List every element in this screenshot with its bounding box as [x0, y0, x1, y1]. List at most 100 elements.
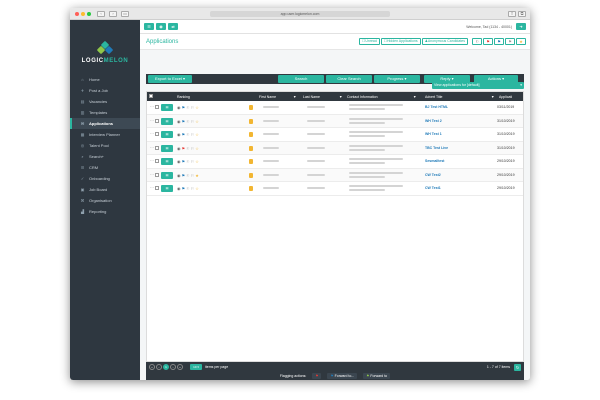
status-icon[interactable]: ◉: [177, 173, 181, 178]
col-contact[interactable]: Contact Information: [347, 95, 378, 99]
sidebar-item-interview-planner[interactable]: ▦ Interview Planner: [70, 129, 140, 140]
logout-icon[interactable]: ➜: [516, 23, 526, 30]
flag-icon[interactable]: ⚐: [186, 105, 190, 110]
page-1-button[interactable]: 1: [163, 364, 169, 370]
table-row[interactable]: ⋯ ▤ ◉ ⚑ ⚐ ⚐ ☆ WH Test 1 31/10/2019: [147, 128, 523, 142]
last-page-button[interactable]: »: [177, 364, 183, 370]
document-icon[interactable]: [249, 159, 253, 164]
advert-title-link[interactable]: WH Test 1: [425, 132, 442, 136]
advert-title-link[interactable]: WH Test 2: [425, 119, 442, 123]
cv-preview-button[interactable]: ▤: [161, 104, 173, 111]
star-icon[interactable]: ☆: [195, 119, 199, 124]
table-row[interactable]: ⋯ ▤ ◉ ⚑ ⚐ ⚐ ☆ WH Test 2 31/10/2019: [147, 114, 523, 128]
search-button[interactable]: Search: [278, 75, 324, 83]
flag-all-icon[interactable]: ⚐: [472, 38, 482, 45]
sidebar-item-home[interactable]: ⌂ Home: [70, 74, 140, 85]
row-checkbox[interactable]: [155, 172, 159, 177]
row-checkbox[interactable]: [155, 105, 159, 109]
row-menu-icon[interactable]: ⋯: [150, 118, 154, 123]
flag-icon[interactable]: ⚐: [186, 132, 190, 137]
star-icon[interactable]: ☆: [195, 186, 199, 191]
sidebar-item-onboarding[interactable]: ✓ Onboarding: [70, 173, 140, 184]
flag-icon[interactable]: ⚐: [191, 146, 195, 151]
document-icon[interactable]: [249, 118, 253, 124]
advert-title-link[interactable]: Sesmailtest: [425, 159, 444, 163]
sidebar-item-post-a-job[interactable]: ✈ Post a Job: [70, 85, 140, 96]
table-row[interactable]: ⋯ ▤ ◉ ⚑ ⚐ ⚐ ☆ Sesmailtest 29/10/2019: [147, 155, 523, 169]
flag-icon[interactable]: ⚐: [186, 146, 190, 151]
row-menu-icon[interactable]: ⋯: [150, 185, 154, 190]
document-icon[interactable]: [249, 132, 253, 137]
address-bar[interactable]: app.user.logicmelon.com: [210, 11, 390, 17]
cv-preview-button[interactable]: ▤: [161, 131, 173, 138]
table-row[interactable]: ⋯ ▤ ◉ ⚑ ⚐ ⚐ ☆ TBC Test Live 31/10/2019: [147, 141, 523, 155]
next-page-button[interactable]: ›: [170, 364, 176, 370]
advert-title-link[interactable]: TBC Test Live: [425, 146, 448, 150]
clear-search-button[interactable]: Clear Search: [326, 75, 372, 83]
cv-preview-button[interactable]: ▤: [161, 117, 173, 125]
prev-page-button[interactable]: ‹: [156, 364, 162, 370]
document-icon[interactable]: [249, 186, 253, 191]
sidebar-item-vacancies[interactable]: ▤ Vacancies: [70, 96, 140, 107]
row-menu-icon[interactable]: ⋯: [150, 131, 154, 136]
document-icon[interactable]: [249, 145, 253, 151]
flag-icon[interactable]: ⚑: [182, 119, 186, 124]
flag-icon[interactable]: ⚐: [186, 159, 190, 164]
flag-icon[interactable]: ⚐: [191, 159, 195, 164]
filter-unread-button[interactable]: ☐Unread: [359, 38, 380, 45]
flag-grey-icon[interactable]: ⚑: [505, 38, 515, 45]
forward-green-button[interactable]: ⚑ Forward to: [363, 373, 391, 379]
star-filter-icon[interactable]: ★: [516, 38, 526, 45]
tabs-icon[interactable]: ⧉: [518, 11, 526, 17]
row-menu-icon[interactable]: ⋯: [150, 145, 154, 150]
flag-icon[interactable]: ⚐: [186, 119, 190, 124]
forward-icon[interactable]: ›: [109, 10, 117, 17]
select-all-checkbox[interactable]: [149, 94, 153, 98]
cv-preview-button[interactable]: ▤: [161, 185, 173, 192]
filter-icon[interactable]: ▼: [491, 95, 494, 99]
first-page-button[interactable]: «: [149, 364, 155, 370]
col-ranking[interactable]: Ranking: [177, 95, 190, 99]
status-icon[interactable]: ◉: [177, 146, 181, 151]
filter-icon[interactable]: ▼: [339, 95, 342, 99]
col-first-name[interactable]: First Name: [259, 95, 276, 99]
star-icon[interactable]: ★: [195, 173, 199, 178]
view-applications-select[interactable]: View applications for [default] ▾: [432, 82, 524, 89]
star-icon[interactable]: ☆: [195, 159, 199, 164]
status-icon[interactable]: ◉: [177, 159, 181, 164]
table-row[interactable]: ⋯ ▤ ◉ ⚑ ⚐ ⚐ ★ CW Test2 29/10/2019: [147, 168, 523, 182]
row-menu-icon[interactable]: ⋯: [150, 158, 154, 163]
star-icon[interactable]: ☆: [195, 146, 199, 151]
advert-title-link[interactable]: BJ Test HTML: [425, 105, 448, 109]
forward-blue-button[interactable]: ⚑ Forward to...: [327, 373, 358, 379]
sidebar-item-crm[interactable]: ☰ CRM: [70, 162, 140, 173]
col-applied[interactable]: Applicati: [499, 95, 512, 99]
status-icon[interactable]: ◉: [177, 132, 181, 137]
flag-blue-icon[interactable]: ⚑: [494, 38, 504, 45]
close-window-button[interactable]: [75, 11, 79, 16]
sidebar-toggle-icon[interactable]: ▭: [121, 10, 129, 17]
row-checkbox[interactable]: [155, 118, 159, 123]
progress-button[interactable]: Progress ▾: [374, 75, 420, 83]
logo[interactable]: LOGICMELON: [70, 40, 140, 64]
row-menu-icon[interactable]: ⋯: [150, 172, 154, 177]
filter-hidden-button[interactable]: ☐Hidden Applications: [380, 38, 421, 45]
flag-icon[interactable]: ⚐: [186, 186, 190, 191]
table-row[interactable]: ⋯ ▤ ◉ ⚑ ⚐ ⚐ ☆ BJ Test HTML 03/11/2019: [147, 101, 523, 115]
document-icon[interactable]: [249, 105, 253, 110]
advert-title-link[interactable]: CW Test2: [425, 173, 441, 177]
refresh-icon[interactable]: ↻: [514, 363, 521, 371]
col-advert-title[interactable]: Advert Title: [425, 95, 443, 99]
sidebar-item-search-[interactable]: ⌕ Search+: [70, 151, 140, 162]
row-menu-icon[interactable]: ⋯: [150, 104, 154, 109]
back-icon[interactable]: ‹: [97, 10, 105, 17]
filter-icon[interactable]: ▼: [293, 95, 296, 99]
maximize-window-button[interactable]: [87, 11, 91, 16]
sidebar-item-organisation[interactable]: ⌘ Organisation: [70, 195, 140, 206]
cv-preview-button[interactable]: ▤: [161, 158, 173, 165]
sidebar-item-talent-pool[interactable]: ◎ Talent Pool: [70, 140, 140, 151]
advert-title-link[interactable]: CW Test1: [425, 186, 441, 190]
flag-icon[interactable]: ⚑: [182, 146, 186, 151]
sidebar-item-applications[interactable]: ✉ Applications: [70, 118, 140, 129]
flag-icon[interactable]: ⚐: [191, 119, 195, 124]
